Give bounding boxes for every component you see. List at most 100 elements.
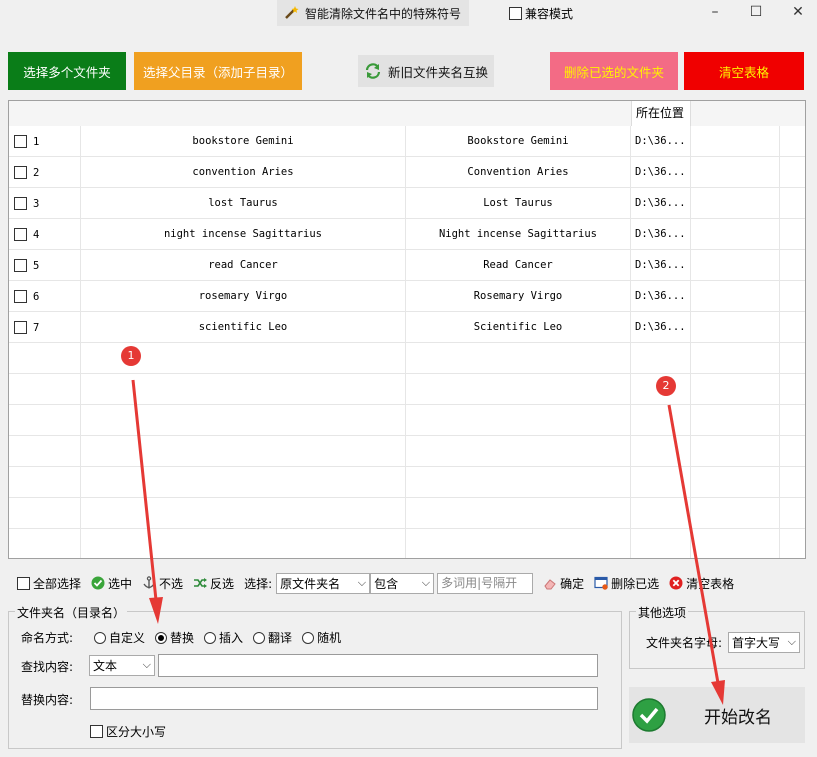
new-name-cell[interactable]: Night incense Sagittarius [406, 219, 631, 250]
row-checkbox[interactable] [14, 290, 27, 303]
row-select-cell[interactable]: 3 [9, 188, 81, 219]
checkbox-icon[interactable] [509, 7, 522, 20]
row-select-cell[interactable]: 1 [9, 126, 81, 157]
location-cell[interactable] [631, 529, 691, 558]
table-row[interactable]: 2 convention Aries Convention Aries D:\36..… [9, 157, 805, 188]
old-name-cell[interactable] [81, 374, 406, 405]
new-name-cell[interactable] [406, 374, 631, 405]
old-name-cell[interactable] [81, 467, 406, 498]
radio-button-icon[interactable] [94, 631, 106, 644]
new-name-cell[interactable]: Read Cancer [406, 250, 631, 281]
old-name-cell[interactable]: night incense Sagittarius [81, 219, 406, 250]
table-row[interactable]: 5 read Cancer Read Cancer D:\36... [9, 250, 805, 281]
confirm-button[interactable]: 确定 [543, 575, 584, 592]
table-row[interactable] [9, 529, 805, 558]
location-cell[interactable]: D:\36... [631, 219, 691, 250]
row-checkbox[interactable] [14, 259, 27, 272]
naming-option-4[interactable]: 随机 [302, 629, 341, 646]
new-name-cell[interactable] [406, 436, 631, 467]
row-checkbox[interactable] [14, 166, 27, 179]
replace-input[interactable] [90, 687, 598, 710]
naming-option-0[interactable]: 自定义 [94, 629, 145, 646]
old-name-cell[interactable]: scientific Leo [81, 312, 406, 343]
row-select-cell[interactable] [9, 343, 81, 374]
row-checkbox[interactable] [14, 135, 27, 148]
table-row[interactable]: 6 rosemary Virgo Rosemary Virgo D:\36... [9, 281, 805, 312]
radio-button-icon[interactable] [302, 631, 315, 644]
row-select-cell[interactable]: 2 [9, 157, 81, 188]
row-select-cell[interactable] [9, 467, 81, 498]
row-select-cell[interactable] [9, 498, 81, 529]
location-cell[interactable]: D:\36... [631, 157, 691, 188]
row-select-cell[interactable] [9, 374, 81, 405]
location-cell[interactable] [631, 405, 691, 436]
old-name-cell[interactable] [81, 405, 406, 436]
new-name-cell[interactable]: Lost Taurus [406, 188, 631, 219]
new-name-cell[interactable] [406, 529, 631, 558]
location-cell[interactable]: D:\36... [631, 281, 691, 312]
clear-table-small-button[interactable]: 清空表格 [669, 575, 734, 592]
old-name-cell[interactable]: rosemary Virgo [81, 281, 406, 312]
table-row[interactable] [9, 405, 805, 436]
row-select-cell[interactable]: 6 [9, 281, 81, 312]
select-parent-button[interactable]: 选择父目录（添加子目录） [134, 52, 302, 90]
case-sensitive-checkbox[interactable]: 区分大小写 [90, 723, 166, 740]
old-name-cell[interactable]: read Cancer [81, 250, 406, 281]
row-select-cell[interactable] [9, 405, 81, 436]
row-select-cell[interactable]: 5 [9, 250, 81, 281]
table-row[interactable] [9, 498, 805, 529]
row-select-cell[interactable] [9, 529, 81, 558]
new-name-cell[interactable]: Rosemary Virgo [406, 281, 631, 312]
location-cell[interactable] [631, 343, 691, 374]
select-all-checkbox[interactable]: 全部选择 [17, 575, 81, 592]
start-rename-button[interactable]: 开始改名 [629, 687, 805, 743]
table-row[interactable]: 7 scientific Leo Scientific Leo D:\36... [9, 312, 805, 343]
find-input[interactable] [158, 654, 598, 677]
delete-selected-button[interactable]: 删除已选 [594, 575, 659, 592]
old-name-cell[interactable] [81, 436, 406, 467]
select-button[interactable]: 选中 [91, 575, 132, 592]
first-letter-select[interactable]: 首字大写 ⌵ [728, 632, 800, 653]
new-name-cell[interactable]: Convention Aries [406, 157, 631, 188]
naming-option-1[interactable]: 替换 [155, 629, 194, 646]
select-folders-button[interactable]: 选择多个文件夹 [8, 52, 126, 90]
keywords-input[interactable]: 多词用|号隔开 [437, 572, 534, 594]
field-select[interactable]: 原文件夹名 ⌵ [276, 572, 371, 594]
find-type-select[interactable]: 文本 ⌵ [89, 655, 155, 676]
row-select-cell[interactable] [9, 436, 81, 467]
location-cell[interactable]: D:\36... [631, 188, 691, 219]
maximize-button[interactable]: ☐ [746, 3, 766, 23]
old-name-cell[interactable] [81, 529, 406, 558]
deselect-button[interactable]: 不选 [142, 575, 183, 592]
swap-names-button[interactable]: 新旧文件夹名互换 [358, 55, 494, 87]
row-checkbox[interactable] [14, 197, 27, 210]
row-select-cell[interactable]: 4 [9, 219, 81, 250]
close-button[interactable]: ✕ [788, 3, 808, 23]
radio-button-icon[interactable] [204, 631, 217, 644]
old-name-cell[interactable]: lost Taurus [81, 188, 406, 219]
checkbox-icon[interactable] [17, 576, 30, 590]
old-name-cell[interactable]: bookstore Gemini [81, 126, 406, 157]
table-row[interactable] [9, 374, 805, 405]
radio-button-icon[interactable] [155, 631, 168, 644]
location-cell[interactable] [631, 467, 691, 498]
location-cell[interactable]: D:\36... [631, 126, 691, 157]
row-checkbox[interactable] [14, 321, 27, 334]
new-name-cell[interactable] [406, 498, 631, 529]
new-name-cell[interactable] [406, 467, 631, 498]
row-select-cell[interactable]: 7 [9, 312, 81, 343]
radio-button-icon[interactable] [253, 631, 266, 644]
new-name-cell[interactable]: Scientific Leo [406, 312, 631, 343]
new-name-cell[interactable] [406, 343, 631, 374]
table-row[interactable]: 1 bookstore Gemini Bookstore Gemini D:\36..… [9, 126, 805, 157]
new-name-cell[interactable] [406, 405, 631, 436]
old-name-cell[interactable] [81, 498, 406, 529]
location-cell[interactable] [631, 436, 691, 467]
table-row[interactable] [9, 436, 805, 467]
table-row[interactable] [9, 467, 805, 498]
table-row[interactable]: 4 night incense Sagittarius Night incense … [9, 219, 805, 250]
invert-button[interactable]: 反选 [193, 575, 234, 592]
clear-table-button[interactable]: 清空表格 [684, 52, 804, 90]
column-header-location[interactable]: 所在位置 [631, 101, 691, 126]
old-name-cell[interactable]: convention Aries [81, 157, 406, 188]
